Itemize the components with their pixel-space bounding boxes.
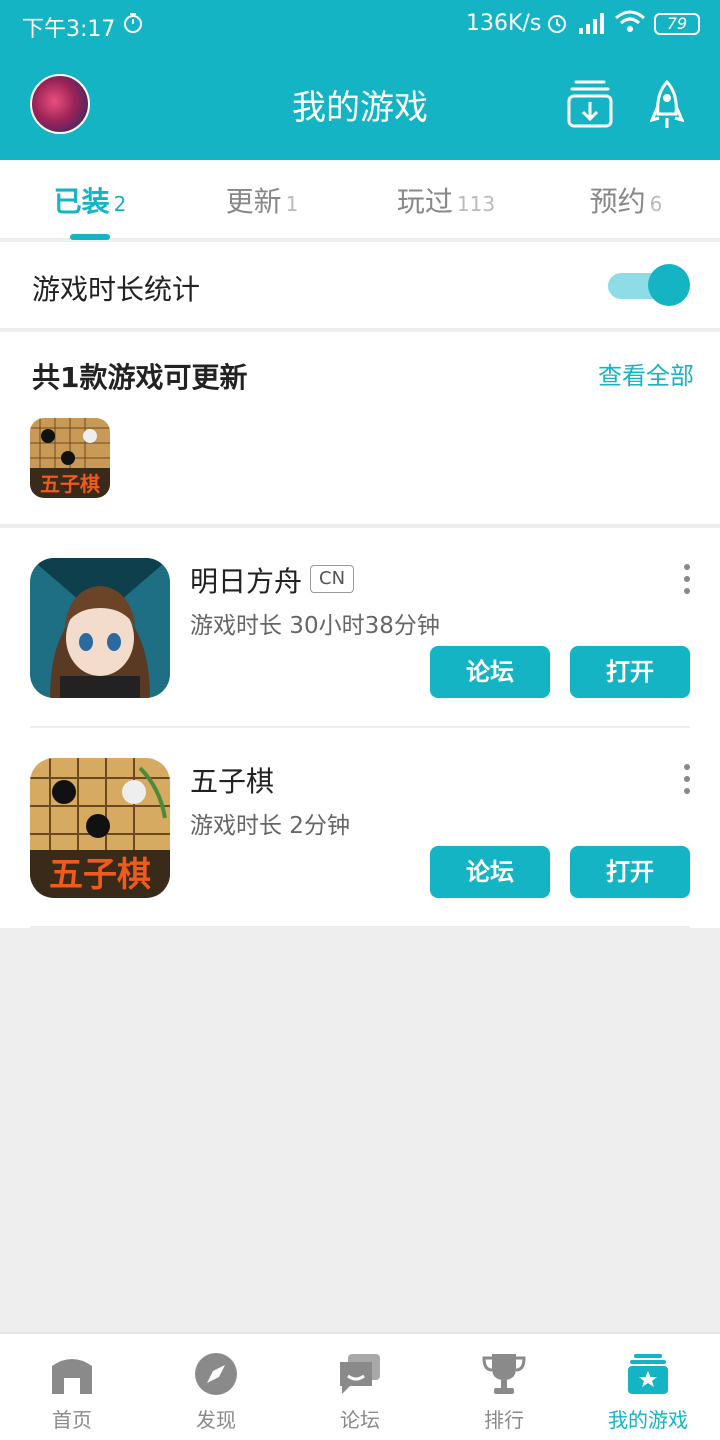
tab-count: 1 <box>285 192 299 216</box>
open-button[interactable]: 打开 <box>570 646 690 698</box>
game-name: 明日方舟 <box>190 565 303 598</box>
nav-label: 首页 <box>52 1408 92 1432</box>
home-icon <box>52 1359 92 1394</box>
tab-played[interactable]: 玩过 113 <box>356 180 536 220</box>
forum-button[interactable]: 论坛 <box>430 846 550 898</box>
more-options-icon[interactable] <box>676 762 698 796</box>
nav-label: 我的游戏 <box>608 1408 688 1432</box>
tab-installed[interactable]: 已装 2 <box>0 180 180 220</box>
status-bar: 下午3:17 136K/s 79 <box>0 0 720 50</box>
gomoku-icon-text: 五子棋 <box>40 472 100 496</box>
tab-label: 预约 <box>589 185 646 218</box>
tab-count: 2 <box>113 192 127 216</box>
tab-reserved[interactable]: 预约 6 <box>536 180 716 220</box>
game-name: 五子棋 <box>190 765 275 798</box>
stopwatch-icon <box>124 13 142 33</box>
tab-updates[interactable]: 更新 1 <box>172 180 352 220</box>
trophy-icon <box>482 1354 526 1394</box>
nav-ranking[interactable]: 排行 <box>432 1334 576 1440</box>
open-button[interactable]: 打开 <box>570 846 690 898</box>
alarm-icon <box>548 15 566 33</box>
gomoku-app-icon[interactable]: 五子棋 <box>30 758 170 898</box>
tab-bar: 已装 2 更新 1 玩过 113 预约 6 <box>0 160 720 240</box>
top-bar: 下午3:17 136K/s 79 我的游戏 <box>0 0 720 160</box>
nav-my-games[interactable]: 我的游戏 <box>576 1334 720 1440</box>
wifi-icon <box>615 10 645 32</box>
nav-forum[interactable]: 论坛 <box>288 1334 432 1440</box>
network-speed: 136K/s <box>466 11 542 36</box>
toggle-knob <box>648 264 690 306</box>
tab-indicator <box>70 234 110 240</box>
arknights-app-icon[interactable] <box>30 558 170 698</box>
tab-count: 113 <box>456 192 496 216</box>
view-all-link[interactable]: 查看全部 <box>598 356 694 391</box>
download-manager-icon[interactable] <box>566 78 614 130</box>
my-games-icon <box>628 1354 668 1394</box>
battery-indicator: 79 <box>654 13 700 35</box>
nav-discover[interactable]: 发现 <box>144 1334 288 1440</box>
status-time: 下午3:17 <box>22 17 116 42</box>
nav-label: 排行 <box>484 1408 524 1432</box>
nav-label: 论坛 <box>340 1408 380 1432</box>
game-row-gomoku[interactable]: 五子棋 五子棋 游戏时长 2分钟 论坛 打开 <box>0 728 720 928</box>
tab-label: 玩过 <box>396 185 453 218</box>
bottom-nav: 首页 发现 论坛 排行 我的游戏 <box>0 1332 720 1440</box>
playtime-stats-row: 游戏时长统计 <box>0 242 720 330</box>
game-row-arknights[interactable]: 明日方舟 CN 游戏时长 30小时38分钟 论坛 打开 <box>0 528 720 728</box>
gomoku-app-icon[interactable]: 五子棋 <box>30 418 110 498</box>
installed-games-list: 明日方舟 CN 游戏时长 30小时38分钟 论坛 打开 五子棋 五子棋 游戏时长… <box>0 528 720 928</box>
play-time: 游戏时长 2分钟 <box>190 813 350 839</box>
nav-label: 发现 <box>196 1408 236 1432</box>
gomoku-icon-text: 五子棋 <box>49 855 151 895</box>
tab-count: 6 <box>649 192 663 216</box>
chat-icon <box>340 1354 380 1394</box>
play-time: 游戏时长 30小时38分钟 <box>190 613 440 639</box>
nav-home[interactable]: 首页 <box>0 1334 144 1440</box>
divider <box>30 926 690 928</box>
compass-icon <box>195 1353 237 1395</box>
rocket-icon[interactable] <box>650 80 684 130</box>
region-tag: CN <box>310 565 355 593</box>
more-options-icon[interactable] <box>676 562 698 596</box>
updates-section: 共1款游戏可更新 查看全部 五子棋 <box>0 332 720 526</box>
forum-button[interactable]: 论坛 <box>430 646 550 698</box>
signal-icon <box>579 13 604 34</box>
playtime-stats-toggle[interactable] <box>608 264 690 308</box>
playtime-stats-label: 游戏时长统计 <box>32 273 201 306</box>
tab-label: 已装 <box>53 185 110 218</box>
updates-title: 共1款游戏可更新 <box>32 361 248 394</box>
tab-label: 更新 <box>225 185 282 218</box>
